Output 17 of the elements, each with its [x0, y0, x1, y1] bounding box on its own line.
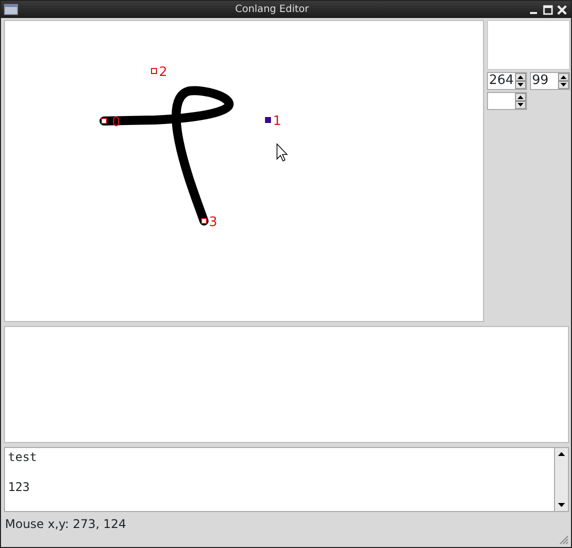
number-spinner[interactable]: 99 [530, 72, 570, 90]
control-point[interactable] [201, 218, 207, 224]
close-icon[interactable] [556, 4, 568, 16]
control-point[interactable] [101, 118, 107, 124]
resize-grip-icon[interactable] [558, 534, 569, 545]
number-spinner[interactable]: 264 [487, 72, 527, 90]
point-label: 3 [209, 215, 218, 230]
window-icon [4, 4, 18, 15]
scrollbar[interactable] [554, 448, 568, 511]
point-label: 2 [159, 65, 168, 80]
number-spinner[interactable] [487, 92, 527, 110]
status-text: Mouse x,y: 273, 124 [5, 517, 126, 531]
point-label: 1 [273, 114, 282, 129]
mouse-pointer-icon [276, 143, 288, 162]
maximize-icon[interactable] [542, 4, 554, 16]
control-point[interactable] [151, 68, 157, 74]
window-title: Conlang Editor [234, 3, 310, 17]
